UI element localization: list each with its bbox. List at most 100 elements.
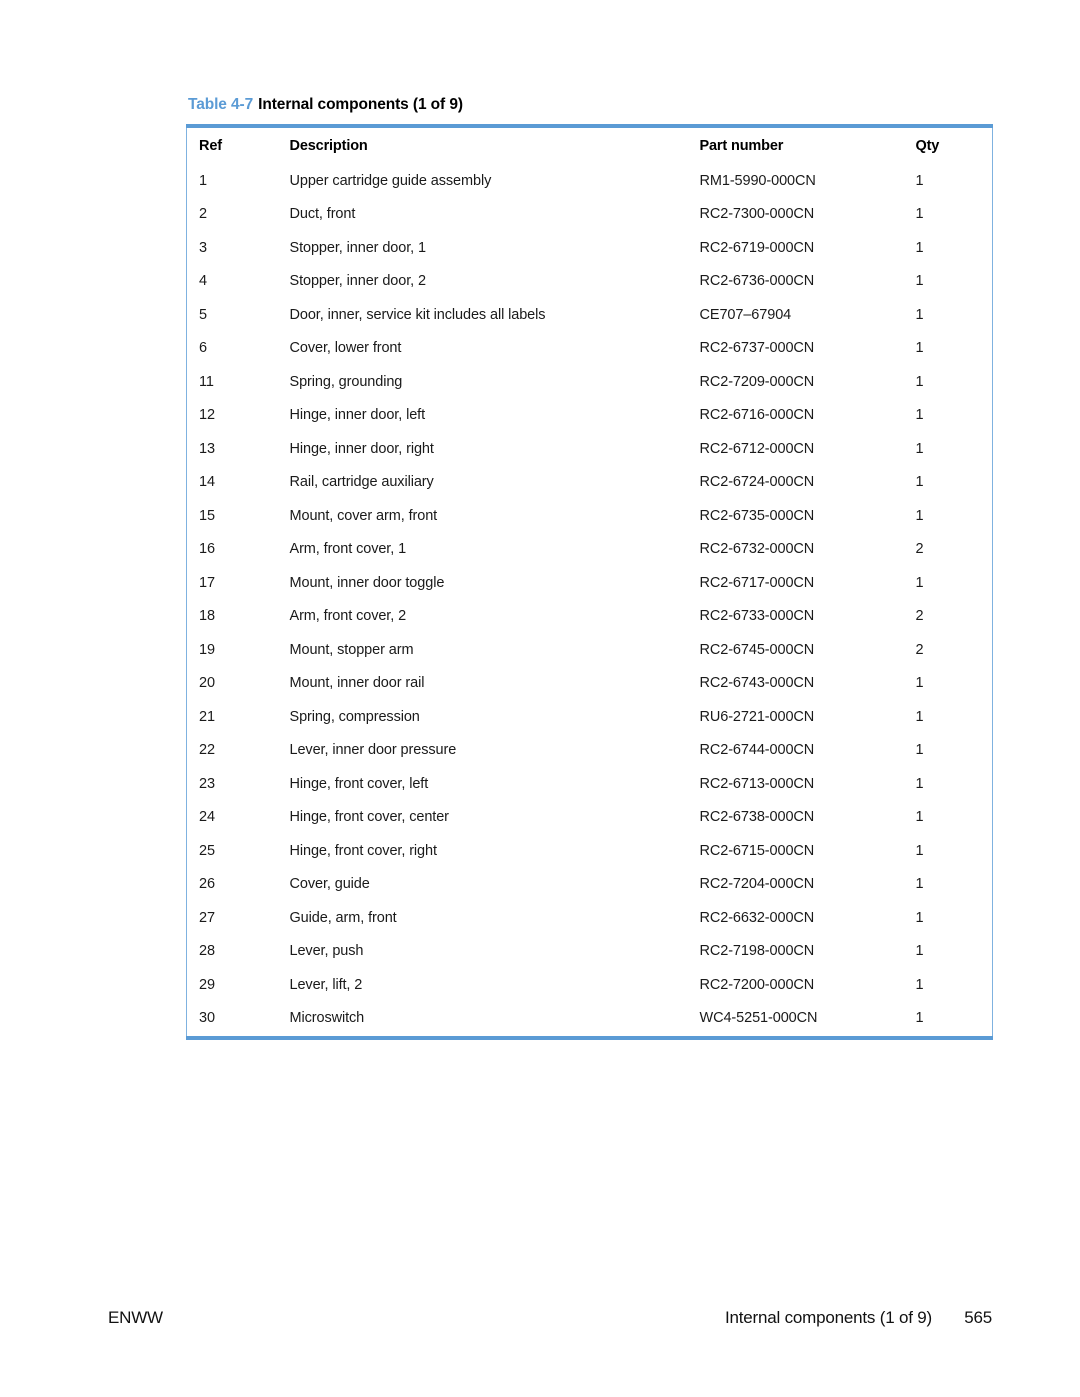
table-row: 22 Lever, inner door pressure RC2-6744-000…	[187, 734, 993, 768]
cell-description: Mount, inner door rail	[289, 675, 425, 692]
cell-ref: 15	[199, 507, 215, 524]
cell-ref: 1	[199, 172, 207, 189]
cell-part-number: RC2-6632-000CN	[699, 909, 815, 926]
cell-part-number: RC2-6724-000CN	[699, 474, 815, 491]
cell-part-number: RC2-7209-000CN	[699, 373, 815, 390]
cell-description: Microswitch	[289, 1010, 365, 1027]
cell-part-number: RC2-6733-000CN	[699, 608, 815, 625]
cell-qty: 1	[915, 909, 924, 926]
cell-description: Door, inner, service kit includes all la…	[289, 306, 546, 323]
cell-ref: 5	[199, 306, 207, 323]
table-row: 12 Hinge, inner door, left RC2-6716-000CN 1	[187, 399, 993, 433]
cell-qty: 1	[915, 407, 924, 424]
table-row: 16 Arm, front cover, 1 RC2-6732-000CN 2	[187, 533, 993, 567]
cell-description: Hinge, front cover, right	[289, 842, 438, 859]
cell-qty: 1	[915, 976, 924, 993]
cell-qty: 1	[915, 842, 924, 859]
cell-part-number: RC2-7198-000CN	[699, 943, 815, 960]
cell-qty: 1	[915, 273, 924, 290]
table-row: 5 Door, inner, service kit includes all l…	[187, 299, 993, 333]
cell-description: Lever, push	[289, 943, 364, 960]
column-header-qty: Qty	[915, 137, 940, 154]
cell-qty: 1	[915, 507, 924, 524]
cell-ref: 21	[199, 708, 215, 725]
table-row: 3 Stopper, inner door, 1 RC2-6719-000CN 1	[187, 232, 993, 266]
column-header-description: Description	[289, 137, 368, 154]
cell-ref: 19	[199, 641, 215, 658]
table-caption-number: Table 4-7	[188, 96, 254, 113]
cell-part-number: RC2-6744-000CN	[699, 742, 815, 759]
cell-ref: 14	[199, 474, 215, 491]
cell-description: Hinge, front cover, left	[289, 775, 429, 792]
cell-qty: 2	[915, 608, 924, 625]
document-page: Table 4-7 Internal components (1 of 9) Re…	[0, 0, 1080, 1397]
cell-ref: 12	[199, 407, 215, 424]
cell-qty: 1	[915, 943, 924, 960]
table-row: 30 Microswitch WC4-5251-000CN 1	[187, 1002, 993, 1038]
cell-part-number: RC2-6738-000CN	[699, 809, 815, 826]
cell-description: Duct, front	[289, 206, 356, 223]
cell-ref: 18	[199, 608, 215, 625]
cell-description: Cover, lower front	[289, 340, 402, 357]
internal-components-table: Ref Description Part number Qty 1 Upper c…	[186, 123, 993, 1040]
cell-qty: 1	[915, 1010, 924, 1027]
cell-ref: 26	[199, 876, 215, 893]
cell-description: Stopper, inner door, 1	[289, 239, 427, 256]
cell-part-number: CE707–67904	[699, 306, 792, 323]
cell-ref: 25	[199, 842, 215, 859]
table-row: 26 Cover, guide RC2-7204-000CN 1	[187, 868, 993, 902]
cell-description: Stopper, inner door, 2	[289, 273, 427, 290]
cell-part-number: RC2-7200-000CN	[699, 976, 815, 993]
table-row: 11 Spring, grounding RC2-7209-000CN 1	[187, 366, 993, 400]
cell-description: Arm, front cover, 1	[289, 541, 407, 558]
cell-part-number: RU6-2721-000CN	[699, 708, 815, 725]
footer-label-enww: ENWW	[108, 1308, 163, 1327]
cell-part-number: RC2-6716-000CN	[699, 407, 815, 424]
cell-part-number: RC2-6743-000CN	[699, 675, 815, 692]
cell-part-number: RC2-6719-000CN	[699, 239, 815, 256]
cell-ref: 30	[199, 1010, 215, 1027]
table-row: 14 Rail, cartridge auxiliary RC2-6724-000C…	[187, 466, 993, 500]
cell-qty: 1	[915, 172, 924, 189]
cell-description: Cover, guide	[289, 876, 370, 893]
table-row: 27 Guide, arm, front RC2-6632-000CN 1	[187, 902, 993, 936]
cell-ref: 20	[199, 675, 215, 692]
table-row: 21 Spring, compression RU6-2721-000CN 1	[187, 701, 993, 735]
cell-ref: 2	[199, 206, 207, 223]
table-row: 24 Hinge, front cover, center RC2-6738-000…	[187, 801, 993, 835]
cell-qty: 1	[915, 675, 924, 692]
cell-description: Mount, inner door toggle	[289, 574, 445, 591]
footer-page-number: 565	[964, 1308, 992, 1327]
table-row: 28 Lever, push RC2-7198-000CN 1	[187, 935, 993, 969]
cell-qty: 1	[915, 440, 924, 457]
cell-ref: 23	[199, 775, 215, 792]
cell-part-number: RC2-6737-000CN	[699, 340, 815, 357]
cell-ref: 24	[199, 809, 215, 826]
cell-part-number: RC2-6715-000CN	[699, 842, 815, 859]
cell-ref: 11	[199, 373, 214, 390]
cell-part-number: WC4-5251-000CN	[699, 1010, 818, 1027]
table-row: 15 Mount, cover arm, front RC2-6735-000CN 1	[187, 500, 993, 534]
table-caption: Table 4-7 Internal components (1 of 9)	[188, 96, 992, 115]
cell-qty: 1	[915, 876, 924, 893]
table-row: 4 Stopper, inner door, 2 RC2-6736-000CN 1	[187, 265, 993, 299]
cell-part-number: RC2-6736-000CN	[699, 273, 815, 290]
cell-description: Mount, cover arm, front	[289, 507, 438, 524]
table-caption-title: Internal components (1 of 9)	[258, 96, 463, 113]
cell-qty: 2	[915, 541, 924, 558]
cell-part-number: RM1-5990-000CN	[699, 172, 816, 189]
table-header-row: Ref Description Part number Qty	[187, 126, 993, 165]
cell-ref: 28	[199, 943, 215, 960]
cell-description: Hinge, inner door, right	[289, 440, 434, 457]
cell-description: Hinge, inner door, left	[289, 407, 426, 424]
cell-description: Spring, compression	[289, 708, 420, 725]
cell-description: Arm, front cover, 2	[289, 608, 407, 625]
cell-ref: 3	[199, 239, 207, 256]
table-row: 1 Upper cartridge guide assembly RM1-5990-…	[187, 165, 993, 199]
cell-qty: 1	[915, 574, 924, 591]
cell-part-number: RC2-7300-000CN	[699, 206, 815, 223]
footer-section-title: Internal components (1 of 9)	[724, 1308, 932, 1327]
cell-ref: 6	[199, 340, 207, 357]
cell-qty: 1	[915, 340, 924, 357]
table-row: 13 Hinge, inner door, right RC2-6712-000CN…	[187, 433, 993, 467]
